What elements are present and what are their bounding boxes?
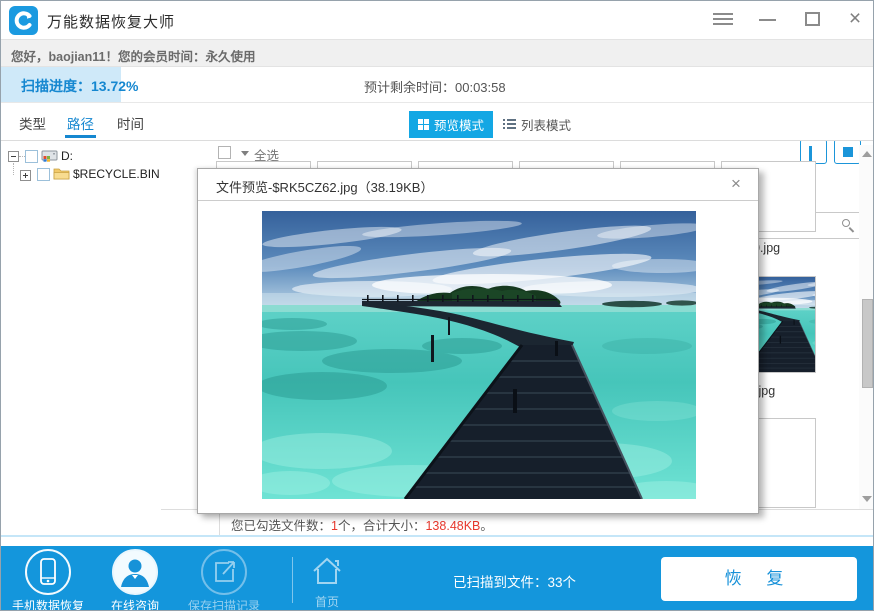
footer-item-online-consult[interactable]: 在线咨询 <box>97 549 173 611</box>
list-mode-button[interactable]: 列表模式 <box>499 111 575 138</box>
person-icon <box>112 549 158 595</box>
scan-progress-bar: 扫描进度：13.72% 预计剩余时间：00:03:58 <box>1 67 874 103</box>
stop-button[interactable] <box>834 139 861 164</box>
tab-type[interactable]: 类型 <box>19 113 46 133</box>
footer-item-home[interactable]: 首页 <box>301 556 353 610</box>
scan-progress-label: 扫描进度：13.72% <box>21 76 138 96</box>
select-all-caret-icon[interactable] <box>241 151 249 156</box>
footer-top-line <box>1 535 874 537</box>
scrollbar-up-icon[interactable] <box>862 151 872 157</box>
search-icon[interactable] <box>842 219 855 232</box>
menu-icon[interactable] <box>713 13 733 26</box>
status-text: 个，合计大小： <box>338 519 426 533</box>
tab-path[interactable]: 路径 <box>67 113 94 133</box>
active-tab-underline <box>65 135 96 138</box>
tree-expand-icon[interactable] <box>20 170 31 181</box>
greeting-text: 您好，baojian11！您的会员时间：永久使用 <box>11 46 255 65</box>
preview-modal: 文件预览-$RK5CZ62.jpg（38.19KB） × <box>197 168 759 514</box>
footer-item-label: 保存扫描记录 <box>184 597 264 611</box>
greeting-bar: 您好，baojian11！您的会员时间：永久使用 <box>1 39 874 67</box>
list-mode-label: 列表模式 <box>521 115 571 134</box>
footer-item-label: 手机数据恢复 <box>10 597 86 611</box>
recover-button[interactable]: 恢 复 <box>661 557 857 601</box>
phone-icon <box>25 549 71 595</box>
tree-item-drive-d[interactable]: D: <box>61 149 73 163</box>
home-icon <box>310 556 344 586</box>
footer-toolbar: 手机数据恢复 在线咨询 保存扫描记录 <box>1 546 874 611</box>
folder-icon <box>53 166 70 180</box>
tree-connector <box>13 163 14 175</box>
eta-label: 预计剩余时间：00:03:58 <box>364 77 506 96</box>
drive-icon <box>41 148 58 163</box>
footer-item-label: 在线咨询 <box>97 597 173 611</box>
scrollbar-thumb[interactable] <box>862 299 873 388</box>
tree-checkbox-recycle-bin[interactable] <box>37 168 50 181</box>
app-title: 万能数据恢复大师 <box>47 11 175 32</box>
minimize-icon[interactable] <box>759 19 776 21</box>
modal-separator <box>198 200 758 201</box>
footer-item-save-scan[interactable]: 保存扫描记录 <box>184 549 264 611</box>
maximize-icon[interactable] <box>805 12 820 26</box>
list-view-icon <box>503 119 516 130</box>
modal-title: 文件预览-$RK5CZ62.jpg（38.19KB） <box>216 177 433 196</box>
selection-status: 您已勾选文件数：1个，合计大小：138.48KB。 <box>231 515 493 534</box>
preview-image <box>262 211 696 499</box>
scanned-count-label: 已扫描到文件：33个 <box>453 571 576 591</box>
tree-collapse-icon[interactable] <box>8 151 19 162</box>
footer-divider <box>292 557 293 603</box>
tab-bar: 类型 路径 时间 预览模式 列表模式 <box>1 103 874 141</box>
footer-item-phone-recovery[interactable]: 手机数据恢复 <box>10 549 86 611</box>
tree-item-recycle-bin[interactable]: $RECYCLE.BIN <box>73 167 160 181</box>
scrollbar-down-icon[interactable] <box>862 496 872 502</box>
status-text: 。 <box>480 519 493 533</box>
export-icon <box>201 549 247 595</box>
grid-view-icon <box>418 119 429 130</box>
pause-icon <box>809 146 819 158</box>
status-text: 您已勾选文件数： <box>231 519 331 533</box>
title-bar: 万能数据恢复大师 × <box>1 1 874 39</box>
preview-mode-label: 预览模式 <box>434 115 484 134</box>
status-count: 1 <box>331 519 338 533</box>
app-logo-icon <box>9 6 38 35</box>
stop-icon <box>843 147 853 157</box>
close-icon[interactable]: × <box>844 7 866 31</box>
preview-mode-button[interactable]: 预览模式 <box>409 111 493 138</box>
footer-item-label: 首页 <box>301 593 353 610</box>
status-size: 138.48KB <box>425 519 480 533</box>
app-window: 万能数据恢复大师 × 您好，baojian11！您的会员时间：永久使用 扫描进度… <box>0 0 874 611</box>
tab-time[interactable]: 时间 <box>117 113 144 133</box>
modal-close-icon[interactable]: × <box>726 173 746 195</box>
select-all-checkbox[interactable] <box>218 146 231 159</box>
tree-checkbox-drive-d[interactable] <box>25 150 38 163</box>
